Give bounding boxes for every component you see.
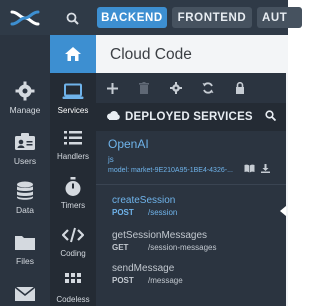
cloud-code-sidebar: Services Handlers Timers Coding Codeless (50, 35, 96, 306)
home-button[interactable] (50, 35, 96, 73)
selection-pointer-icon (280, 206, 286, 216)
nav-label-data: Data (16, 205, 34, 215)
tab-backend[interactable]: BACKEND (97, 7, 167, 28)
method-name: getSessionMessages (112, 230, 208, 241)
nav-item-files[interactable]: Files (0, 231, 50, 266)
database-icon (0, 180, 50, 202)
method-verb: POST (112, 276, 134, 285)
subnav-item-timers[interactable]: Timers (50, 176, 96, 210)
method-name: createSession (112, 195, 176, 206)
add-icon[interactable] (96, 73, 128, 103)
service-name: OpenAI (108, 137, 149, 151)
method-name: sendMessage (112, 263, 175, 274)
main-sidebar: Manage Users Data Files (0, 35, 50, 306)
settings-icon[interactable] (160, 73, 192, 103)
users-icon (0, 131, 50, 153)
list-icon (50, 127, 96, 149)
method-endpoint: GET /session-messages (112, 242, 216, 253)
app-logo[interactable] (0, 0, 50, 35)
service-language: js (108, 155, 114, 164)
lock-icon[interactable] (224, 73, 256, 103)
subnav-item-codeless[interactable]: Codeless (50, 270, 96, 304)
subnav-label-coding: Coding (60, 249, 86, 258)
page-title: Cloud Code (110, 46, 192, 63)
subnav-label-handlers: Handlers (56, 152, 89, 161)
mail-icon (0, 283, 50, 305)
folder-icon (0, 231, 50, 253)
subnav-label-codeless: Codeless (56, 295, 90, 304)
method-path: /session-messages (148, 243, 217, 252)
cloud-icon (106, 111, 120, 123)
subnav-item-services[interactable]: Services (50, 81, 96, 115)
code-icon (50, 224, 96, 246)
method-item-sendmessage[interactable]: sendMessage POST /message (112, 263, 183, 286)
subnav-item-handlers[interactable]: Handlers (50, 127, 96, 161)
stopwatch-icon (50, 176, 96, 198)
nav-item-manage[interactable]: Manage (0, 80, 50, 115)
gear-icon (0, 80, 50, 102)
trash-icon[interactable] (128, 73, 160, 103)
divider (96, 184, 286, 185)
method-item-getsessionmessages[interactable]: getSessionMessages GET /session-messages (112, 230, 216, 253)
tab-automation[interactable]: AUT (257, 7, 302, 28)
nav-item-messaging[interactable] (0, 283, 50, 308)
laptop-icon (50, 81, 96, 103)
grid-icon (50, 270, 96, 292)
refresh-icon[interactable] (192, 73, 224, 103)
nav-item-users[interactable]: Users (0, 131, 50, 166)
tab-frontend[interactable]: FRONTEND (172, 7, 252, 28)
method-path: /message (148, 276, 183, 285)
service-item-openai[interactable]: OpenAI js model: market-9E210A95-1BE4-43… (96, 131, 286, 183)
subnav-item-coding[interactable]: Coding (50, 224, 96, 258)
services-toolbar (96, 73, 286, 103)
nav-label-manage: Manage (9, 105, 41, 115)
service-model: model: market-9E210A95-1BE4-4326-... (108, 167, 233, 174)
subnav-label-timers: Timers (60, 201, 86, 210)
method-item-createsession[interactable]: createSession POST /session (112, 195, 177, 218)
home-icon (65, 47, 81, 61)
book-icon[interactable] (244, 164, 255, 176)
logo-icon (10, 10, 40, 25)
method-path: /session (148, 208, 178, 217)
services-panel: DEPLOYED SERVICES OpenAI js model: marke… (96, 73, 286, 306)
section-title: DEPLOYED SERVICES (125, 111, 253, 123)
search-icon[interactable] (62, 8, 82, 28)
top-bar: BACKEND FRONTEND AUT (0, 0, 302, 35)
method-endpoint: POST /message (112, 275, 183, 286)
method-verb: POST (112, 208, 134, 217)
nav-item-data[interactable]: Data (0, 180, 50, 215)
nav-label-files: Files (16, 256, 34, 266)
method-endpoint: POST /session (112, 207, 177, 218)
download-icon[interactable] (261, 164, 270, 176)
search-services-icon[interactable] (265, 110, 277, 124)
subnav-label-services: Services (57, 106, 89, 115)
nav-label-users: Users (13, 156, 37, 166)
deployed-services-header: DEPLOYED SERVICES (96, 103, 286, 131)
method-verb: GET (112, 243, 129, 252)
service-actions (244, 164, 270, 176)
